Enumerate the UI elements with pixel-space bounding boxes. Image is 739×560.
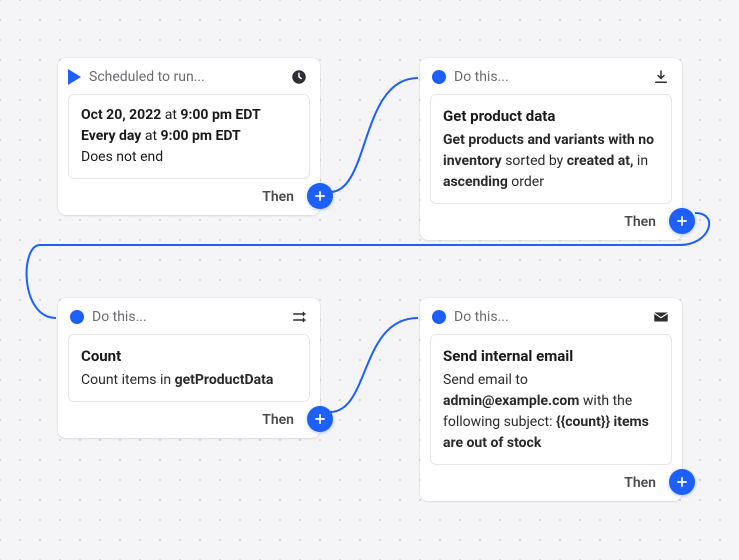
plus-icon xyxy=(675,475,689,489)
then-label: Then xyxy=(624,475,656,491)
plus-icon xyxy=(675,214,689,228)
node-dot-icon xyxy=(70,310,84,324)
add-node-button[interactable] xyxy=(669,469,695,495)
card-footer: Then xyxy=(58,412,320,438)
header-label: Scheduled to run... xyxy=(89,69,282,85)
node-dot-icon xyxy=(432,70,446,84)
card-header: Do this... xyxy=(420,298,682,334)
card-footer: Then xyxy=(420,214,682,240)
header-label: Do this... xyxy=(454,69,644,85)
then-label: Then xyxy=(262,412,294,428)
card-body: Oct 20, 2022 at 9:00 pm EDT Every day at… xyxy=(68,94,310,179)
card-footer: Then xyxy=(58,189,320,215)
trigger-card[interactable]: Scheduled to run... Oct 20, 2022 at 9:00… xyxy=(58,58,320,215)
node-dot-icon xyxy=(432,310,446,324)
add-node-button[interactable] xyxy=(669,208,695,234)
play-icon xyxy=(68,69,81,85)
email-card[interactable]: Do this... Send internal email Send emai… xyxy=(420,298,682,501)
card-footer: Then xyxy=(420,475,682,501)
clock-icon xyxy=(290,68,308,86)
card-header: Do this... xyxy=(420,58,682,94)
header-label: Do this... xyxy=(92,309,282,325)
adjust-icon xyxy=(290,308,308,326)
plus-icon xyxy=(313,412,327,426)
then-label: Then xyxy=(262,189,294,205)
card-body: Get product data Get products and varian… xyxy=(430,94,672,204)
add-node-button[interactable] xyxy=(307,406,333,432)
card-header: Do this... xyxy=(58,298,320,334)
add-node-button[interactable] xyxy=(307,183,333,209)
count-card[interactable]: Do this... Count Count items in getProdu… xyxy=(58,298,320,438)
card-body: Send internal email Send email to admin@… xyxy=(430,334,672,465)
mail-icon xyxy=(652,308,670,326)
card-body: Count Count items in getProductData xyxy=(68,334,310,402)
download-icon xyxy=(652,68,670,86)
then-label: Then xyxy=(624,214,656,230)
card-header: Scheduled to run... xyxy=(58,58,320,94)
plus-icon xyxy=(313,189,327,203)
getdata-card[interactable]: Do this... Get product data Get products… xyxy=(420,58,682,240)
header-label: Do this... xyxy=(454,309,644,325)
